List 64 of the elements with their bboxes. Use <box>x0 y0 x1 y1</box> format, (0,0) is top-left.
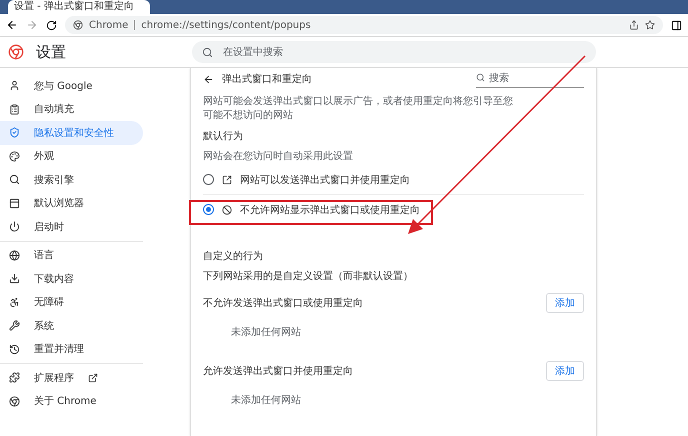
menu-icon <box>9 372 20 384</box>
menu-icon <box>9 104 20 115</box>
menu-icon <box>9 198 20 209</box>
browser-tab[interactable]: 设置 - 弹出式窗口和重定向 <box>8 0 150 14</box>
share-icon[interactable] <box>629 20 639 30</box>
search-field[interactable]: 在设置中搜索 <box>192 41 596 63</box>
description-text: 网站可能会发送弹出式窗口以展示广告，或者使用重定向将您引导至您可能不想访问的网站 <box>203 94 514 122</box>
empty-list-text: 未添加任何网站 <box>231 394 301 407</box>
empty-list-text: 未添加任何网站 <box>231 326 301 339</box>
logo-icon <box>8 44 24 60</box>
section-heading: 自定义的行为 <box>203 250 263 263</box>
sidebar-item[interactable]: 关于 Chrome <box>0 390 143 413</box>
address-bar[interactable]: Chrome chrome://settings/content/popups <box>65 16 663 34</box>
section-subtitle: 网站会在您访问时自动采用此设置 <box>203 150 353 163</box>
menu-icon <box>9 80 20 92</box>
search-icon <box>476 73 485 82</box>
menu-icon <box>9 320 20 332</box>
menu-icon <box>9 396 20 407</box>
menu-icon <box>9 150 20 162</box>
side-panel-icon[interactable] <box>671 20 682 30</box>
menu-icon <box>9 221 20 232</box>
sidebar-item[interactable]: 下载内容 <box>0 267 143 290</box>
section-subtitle: 下列网站采用的是自定义设置（而非默认设置） <box>203 270 413 283</box>
menu-icon <box>9 273 20 284</box>
radio-button[interactable] <box>203 174 214 185</box>
sidebar-item[interactable]: 搜索引擎 <box>0 168 143 192</box>
sidebar-item[interactable]: 外观 <box>0 144 143 168</box>
sidebar-item[interactable]: 无障碍 <box>0 290 143 314</box>
external-window-icon <box>222 174 232 184</box>
sidebar-item[interactable]: 扩展程序 <box>0 366 143 390</box>
search-field[interactable]: 搜索 <box>476 70 584 88</box>
sidebar-item[interactable]: 默认浏览器 <box>0 192 143 215</box>
back-icon[interactable] <box>203 74 214 84</box>
radio-button[interactable] <box>203 204 214 215</box>
url-text: chrome://settings/content/popups <box>141 20 311 30</box>
section-title: 弹出式窗口和重定向 <box>222 72 312 86</box>
blocked-window-icon <box>222 204 232 214</box>
add-button[interactable]: 添加 <box>546 293 584 313</box>
menu-icon <box>9 127 20 138</box>
list-heading: 允许发送弹出式窗口并使用重定向 <box>203 364 353 378</box>
list-heading: 不允许发送弹出式窗口或使用重定向 <box>203 296 363 310</box>
reload-icon[interactable] <box>46 20 57 30</box>
external-link-icon <box>88 372 98 383</box>
radio-option[interactable]: 网站可以发送弹出式窗口并使用重定向 <box>203 165 584 194</box>
menu-icon <box>9 174 20 186</box>
sidebar-item[interactable]: 系统 <box>0 314 143 338</box>
menu-icon <box>9 344 20 355</box>
radio-option[interactable]: 不允许网站显示弹出式窗口或使用重定向 <box>203 194 584 224</box>
menu-icon <box>9 296 20 308</box>
search-icon <box>202 46 213 58</box>
sidebar-item[interactable]: 您与 Google <box>0 74 143 98</box>
sidebar-item[interactable]: 自动填充 <box>0 98 143 121</box>
chrome-icon <box>73 20 83 30</box>
sidebar-item[interactable]: 启动时 <box>0 215 143 238</box>
sidebar-item[interactable]: 隐私设置和安全性 <box>0 121 143 144</box>
star-icon[interactable] <box>645 20 655 30</box>
sidebar-item[interactable]: 重置并清理 <box>0 338 143 361</box>
section-heading: 默认行为 <box>203 130 243 143</box>
menu-icon <box>9 250 20 261</box>
url-site: Chrome <box>89 20 128 30</box>
add-button[interactable]: 添加 <box>546 361 584 381</box>
sidebar-item[interactable]: 语言 <box>0 244 143 267</box>
back-icon[interactable] <box>6 19 18 31</box>
page-title: 设置 <box>36 42 66 62</box>
